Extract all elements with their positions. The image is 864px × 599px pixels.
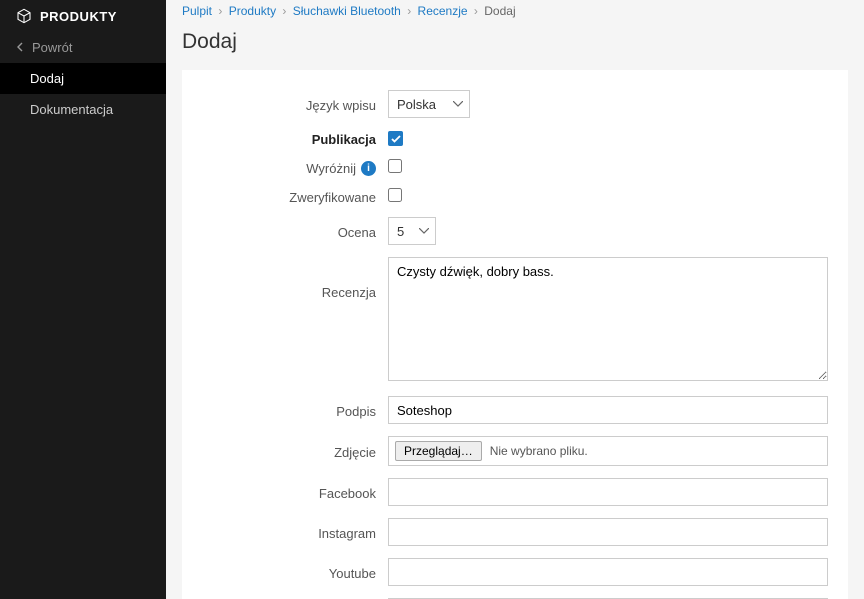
- sidebar-title: PRODUKTY: [40, 9, 117, 24]
- row-facebook: Facebook: [202, 478, 828, 506]
- input-signature[interactable]: [388, 396, 828, 424]
- row-instagram: Instagram: [202, 518, 828, 546]
- input-facebook[interactable]: [388, 478, 828, 506]
- sidebar-nav: Dodaj Dokumentacja: [0, 63, 166, 125]
- label-facebook: Facebook: [202, 484, 388, 501]
- form-panel: Język wpisu Polska Publikacja Wyróżnij: [182, 70, 848, 599]
- info-icon[interactable]: i: [361, 161, 376, 176]
- breadcrumb-link-reviews[interactable]: Recenzje: [418, 4, 468, 18]
- input-youtube[interactable]: [388, 558, 828, 586]
- sidebar-header: PRODUKTY: [0, 0, 166, 32]
- row-verified: Zweryfikowane: [202, 188, 828, 205]
- breadcrumb-link-pulpit[interactable]: Pulpit: [182, 4, 212, 18]
- select-language[interactable]: Polska: [388, 90, 470, 118]
- input-instagram[interactable]: [388, 518, 828, 546]
- label-featured-text: Wyróżnij: [306, 161, 356, 176]
- checkbox-featured[interactable]: [388, 159, 402, 173]
- breadcrumb-link-product[interactable]: Słuchawki Bluetooth: [293, 4, 401, 18]
- row-language: Język wpisu Polska: [202, 90, 828, 118]
- label-youtube: Youtube: [202, 564, 388, 581]
- row-featured: Wyróżnij i: [202, 159, 828, 176]
- label-signature: Podpis: [202, 402, 388, 419]
- breadcrumb-link-produkty[interactable]: Produkty: [229, 4, 276, 18]
- row-youtube: Youtube: [202, 558, 828, 586]
- checkbox-published[interactable]: [388, 131, 403, 146]
- label-photo: Zdjęcie: [202, 443, 388, 460]
- sidebar-item-add[interactable]: Dodaj: [0, 63, 166, 94]
- breadcrumb-current: Dodaj: [484, 4, 515, 18]
- label-verified: Zweryfikowane: [202, 188, 388, 205]
- label-review: Recenzja: [202, 257, 388, 300]
- row-rating: Ocena 5: [202, 217, 828, 245]
- label-language: Język wpisu: [202, 96, 388, 113]
- sidebar-item-label: Dodaj: [30, 71, 64, 86]
- row-photo: Zdjęcie Przeglądaj… Nie wybrano pliku.: [202, 436, 828, 466]
- breadcrumb: Pulpit › Produkty › Słuchawki Bluetooth …: [166, 0, 864, 22]
- sidebar-back[interactable]: Powrót: [0, 32, 166, 63]
- breadcrumb-sep: ›: [474, 4, 478, 18]
- select-rating[interactable]: 5: [388, 217, 436, 245]
- cube-icon: [16, 8, 32, 24]
- textarea-review[interactable]: [388, 257, 828, 381]
- sidebar-item-docs[interactable]: Dokumentacja: [0, 94, 166, 125]
- breadcrumb-sep: ›: [218, 4, 222, 18]
- checkbox-verified[interactable]: [388, 188, 402, 202]
- row-review: Recenzja: [202, 257, 828, 384]
- label-featured: Wyróżnij i: [202, 159, 388, 176]
- file-none-text: Nie wybrano pliku.: [490, 444, 588, 458]
- sidebar: PRODUKTY Powrót Dodaj Dokumentacja: [0, 0, 166, 599]
- label-rating: Ocena: [202, 223, 388, 240]
- label-published: Publikacja: [202, 130, 388, 147]
- breadcrumb-sep: ›: [282, 4, 286, 18]
- file-picker: Przeglądaj… Nie wybrano pliku.: [388, 436, 828, 466]
- file-browse-button[interactable]: Przeglądaj…: [395, 441, 482, 461]
- row-published: Publikacja: [202, 130, 828, 147]
- sidebar-back-label: Powrót: [32, 40, 72, 55]
- row-signature: Podpis: [202, 396, 828, 424]
- sidebar-item-label: Dokumentacja: [30, 102, 113, 117]
- chevron-left-icon: [16, 40, 24, 55]
- breadcrumb-sep: ›: [407, 4, 411, 18]
- page-title: Dodaj: [166, 22, 864, 70]
- main: Pulpit › Produkty › Słuchawki Bluetooth …: [166, 0, 864, 599]
- label-instagram: Instagram: [202, 524, 388, 541]
